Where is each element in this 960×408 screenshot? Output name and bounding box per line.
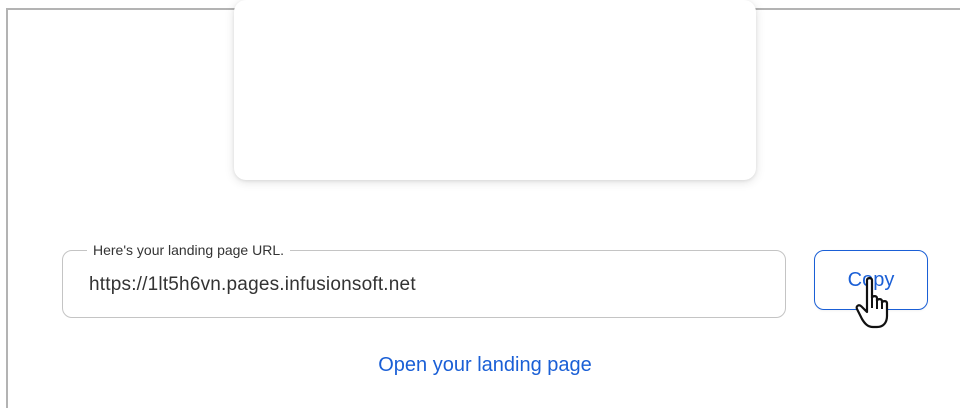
landing-page-url-field[interactable]: Here's your landing page URL. https://1l…: [62, 242, 786, 318]
url-field-value[interactable]: https://1lt5h6vn.pages.infusionsoft.net: [89, 274, 416, 296]
landing-page-panel: Here's your landing page URL. https://1l…: [6, 0, 960, 408]
landing-page-preview-card: [234, 0, 756, 180]
url-field-label: Here's your landing page URL.: [87, 242, 291, 258]
hand-pointer-icon: [855, 277, 889, 329]
open-landing-page-link[interactable]: Open your landing page: [8, 354, 960, 377]
